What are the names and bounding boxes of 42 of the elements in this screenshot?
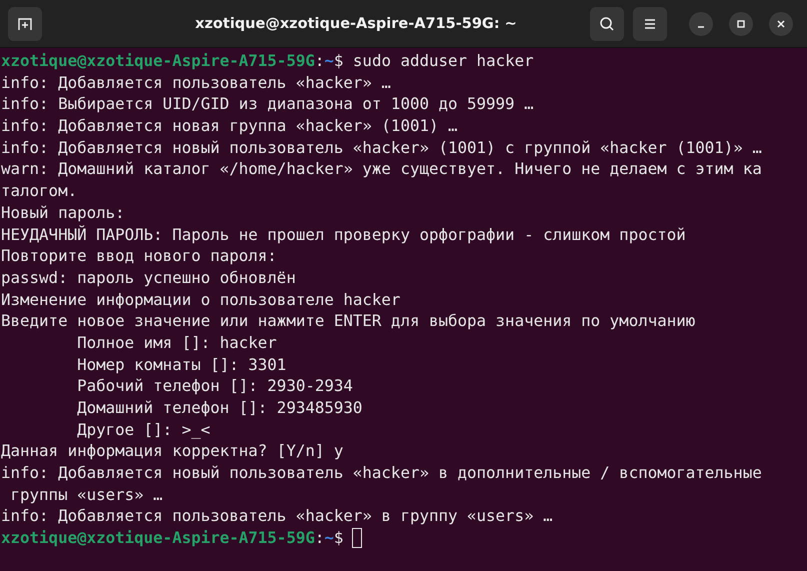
search-button[interactable]: [590, 6, 624, 40]
output-line: Новый пароль:: [1, 202, 125, 224]
output-line: Домашний телефон []: 293485930: [76, 397, 362, 419]
output-line: info: Добавляется новый пользователь «hacker» в дополнительные / вспомогательные: [1, 462, 762, 484]
menu-button[interactable]: [633, 6, 667, 40]
output-line: группы «users» …: [10, 484, 163, 506]
close-icon: [776, 18, 786, 28]
output-line: info: Добавляется новая группа «hacker» (1001) …: [1, 115, 458, 137]
search-icon: [599, 16, 615, 32]
output-line: passwd: пароль успешно обновлён: [1, 266, 296, 289]
prompt-symbol: $: [334, 50, 344, 72]
output-line: Другое []: >_<: [76, 418, 210, 440]
output-line: Данная информация корректна? [Y/n] y: [1, 440, 344, 462]
output-line: Рабочий телефон []: 2930-2934: [76, 375, 353, 398]
prompt-symbol: $: [334, 527, 344, 549]
output-line: Полное имя []: hacker: [76, 332, 277, 354]
minimize-button[interactable]: [689, 12, 713, 36]
output-line: info: Добавляется пользователь «hacker» в группу «users» …: [1, 505, 553, 528]
new-tab-button[interactable]: [8, 6, 42, 40]
output-line: info: Выбирается UID/GID из диапазона от 1000 до 59999 …: [1, 93, 534, 116]
output-line: Введите новое значение или нажмите ENTER для выбора значения по умолчанию: [1, 310, 696, 332]
output-line: info: Добавляется пользователь «hacker» …: [1, 72, 391, 94]
prompt-path: ~: [324, 527, 334, 549]
output-line: НЕУДАЧНЫЙ ПАРОЛЬ: Пароль не прошел проверку орфографии - слишком простой: [1, 224, 686, 246]
prompt-user-host: xzotique@xzotique-Aspire-A715-59G: [1, 50, 315, 72]
maximize-icon: [736, 18, 746, 28]
output-line: warn: Домашний каталог «/home/hacker» уже существует. Ничего не делаем с этим ка: [1, 158, 762, 180]
output-line: Изменение информации о пользователе hacker: [1, 288, 400, 310]
command-text: sudo adduser hacker: [352, 50, 534, 72]
prompt-separator: :: [314, 50, 324, 72]
output-line: Повторите ввод нового пароля:: [1, 245, 277, 267]
output-line: Номер комнаты []: 3301: [76, 354, 286, 376]
output-line: info: Добавляется новый пользователь «hacker» (1001) с группой «hacker (1001)» …: [1, 136, 762, 158]
maximize-button[interactable]: [729, 12, 753, 36]
prompt-user-host: xzotique@xzotique-Aspire-A715-59G: [1, 527, 315, 549]
window-title: xzotique@xzotique-Aspire-A715-59G: ~: [194, 16, 518, 32]
minimize-icon: [697, 26, 705, 28]
output-line: талогом.: [1, 180, 78, 202]
new-tab-icon: [17, 16, 33, 32]
prompt-path: ~: [324, 50, 334, 72]
close-button[interactable]: [769, 12, 793, 36]
prompt-separator: :: [314, 527, 324, 549]
